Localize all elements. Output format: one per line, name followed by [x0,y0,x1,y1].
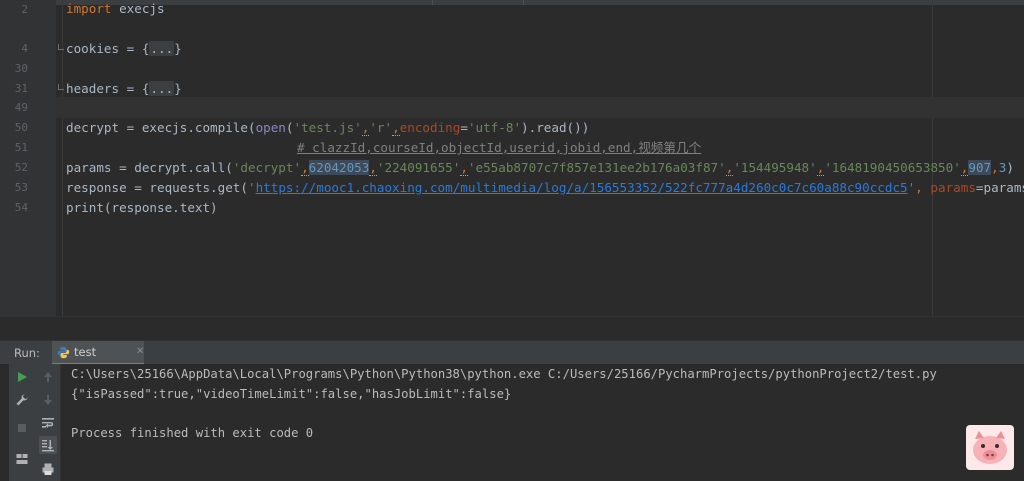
line-number: 53 [14,181,28,194]
code-text: = [460,120,468,135]
code-line-response[interactable]: response = requests.get('https://mooc1.c… [66,178,1024,198]
code-text: decrypt = execjs.compile( [66,120,256,135]
comma: , [460,160,468,176]
tab-label: test [74,345,97,359]
soft-wrap-icon[interactable] [39,414,57,432]
line-number: 2 [21,3,28,16]
string-literal: 'test.js' [293,120,362,135]
code-line-cookies[interactable]: cookies = {...} [66,39,182,59]
folded-region[interactable]: ... [149,41,175,56]
code-text: headers [66,81,120,96]
comma: , [392,120,400,136]
keyword-arg: encoding [399,120,461,135]
line-number: 49 [14,101,28,114]
pig-mascot-icon [966,425,1014,470]
number-literal: 62042053 [308,160,370,175]
panel-splitter[interactable] [0,316,1024,342]
line-number: 51 [14,141,28,154]
code-editor[interactable]: 2 4 30 31 49 50 51 52 53 54 import execj… [0,0,1024,316]
code-text: response = requests.get( [66,180,248,195]
line-number: 52 [14,161,28,174]
python-icon [57,346,70,359]
string-literal: 'utf-8' [467,120,522,135]
code-text: cookies [66,41,120,56]
string-literal: 'decrypt' [232,160,302,175]
up-arrow-icon[interactable] [39,368,57,386]
line-number: 31 [14,82,28,95]
separator [523,0,524,5]
code-line-import[interactable]: import execjs [66,0,165,19]
run-label: Run: [14,346,40,360]
console-line: Process finished with exit code 0 [71,426,314,440]
code-text: ).read()) [521,120,590,135]
code-text: =params, [975,180,1024,195]
line-number: 4 [21,42,28,55]
code-line-decrypt[interactable]: decrypt = execjs.compile(open('test.js',… [66,118,589,138]
url-link[interactable]: https://mooc1.chaoxing.com/multimedia/lo… [256,180,908,195]
print-icon[interactable] [39,460,57,478]
comma: , [369,160,377,176]
string-literal: '224091655' [376,160,461,175]
code-text: print(response.text) [66,200,218,215]
line-number: 54 [14,201,28,214]
run-toolbar-right [35,364,61,481]
comment: # clazzId,courseId,objectId,userid,jobid… [297,140,702,155]
comma: , [301,160,309,176]
fold-marker-icon[interactable] [58,44,64,50]
layout-icon[interactable] [13,450,31,468]
code-text: ) [1006,160,1014,175]
console-line: {"isPassed":true,"videoTimeLimit":false,… [71,387,512,401]
tab-test[interactable]: test ✕ [52,341,144,365]
string-literal: '154495948' [733,160,817,175]
code-text: ( [285,120,294,135]
down-arrow-icon[interactable] [39,391,57,409]
code-text: } [174,81,182,96]
fold-marker-icon[interactable] [58,84,64,90]
code-line-print[interactable]: print(response.text) [66,198,218,218]
string-literal: '1648190450653850' [824,160,961,175]
code-text: } [174,41,182,56]
code-line-params[interactable]: params = decrypt.call('decrypt',62042053… [66,158,1014,178]
number-literal: 907 [968,160,992,175]
separator [432,0,433,5]
stop-icon[interactable] [13,419,31,437]
close-icon[interactable]: ✕ [136,341,144,363]
keyword-arg: params [930,180,976,195]
code-line-comment[interactable]: # clazzId,courseId,objectId,userid,jobid… [297,138,701,158]
code-text: = { [119,81,150,96]
builtin-fn: open [255,120,286,135]
string-quote: ' [247,180,256,195]
line-number: 30 [14,62,28,75]
run-icon[interactable] [13,368,31,386]
code-text: = { [119,41,150,56]
keyword: import [66,1,112,16]
folded-region[interactable]: ... [149,81,175,96]
current-line-highlight [56,97,1024,118]
code-text: execjs [111,1,165,16]
comma: , [915,180,931,195]
code-text: params = decrypt.call( [66,160,233,175]
string-literal: 'e55ab8707c7f857e131ee2b176a03f87' [467,160,726,175]
line-number-gutter: 2 4 30 31 49 50 51 52 53 54 [0,0,56,316]
string-literal: 'r' [369,120,393,135]
scroll-to-end-icon[interactable] [39,436,57,454]
run-tool-header: Run: test ✕ [0,340,1024,365]
comma: , [991,160,999,175]
console-line: C:\Users\25166\AppData\Local\Programs\Py… [71,367,937,381]
wrench-icon[interactable] [13,391,31,409]
console-output[interactable]: C:\Users\25166\AppData\Local\Programs\Py… [0,364,1024,481]
run-toolbar-left [9,364,35,481]
line-number: 50 [14,121,28,134]
code-line-headers[interactable]: headers = {...} [66,79,182,99]
